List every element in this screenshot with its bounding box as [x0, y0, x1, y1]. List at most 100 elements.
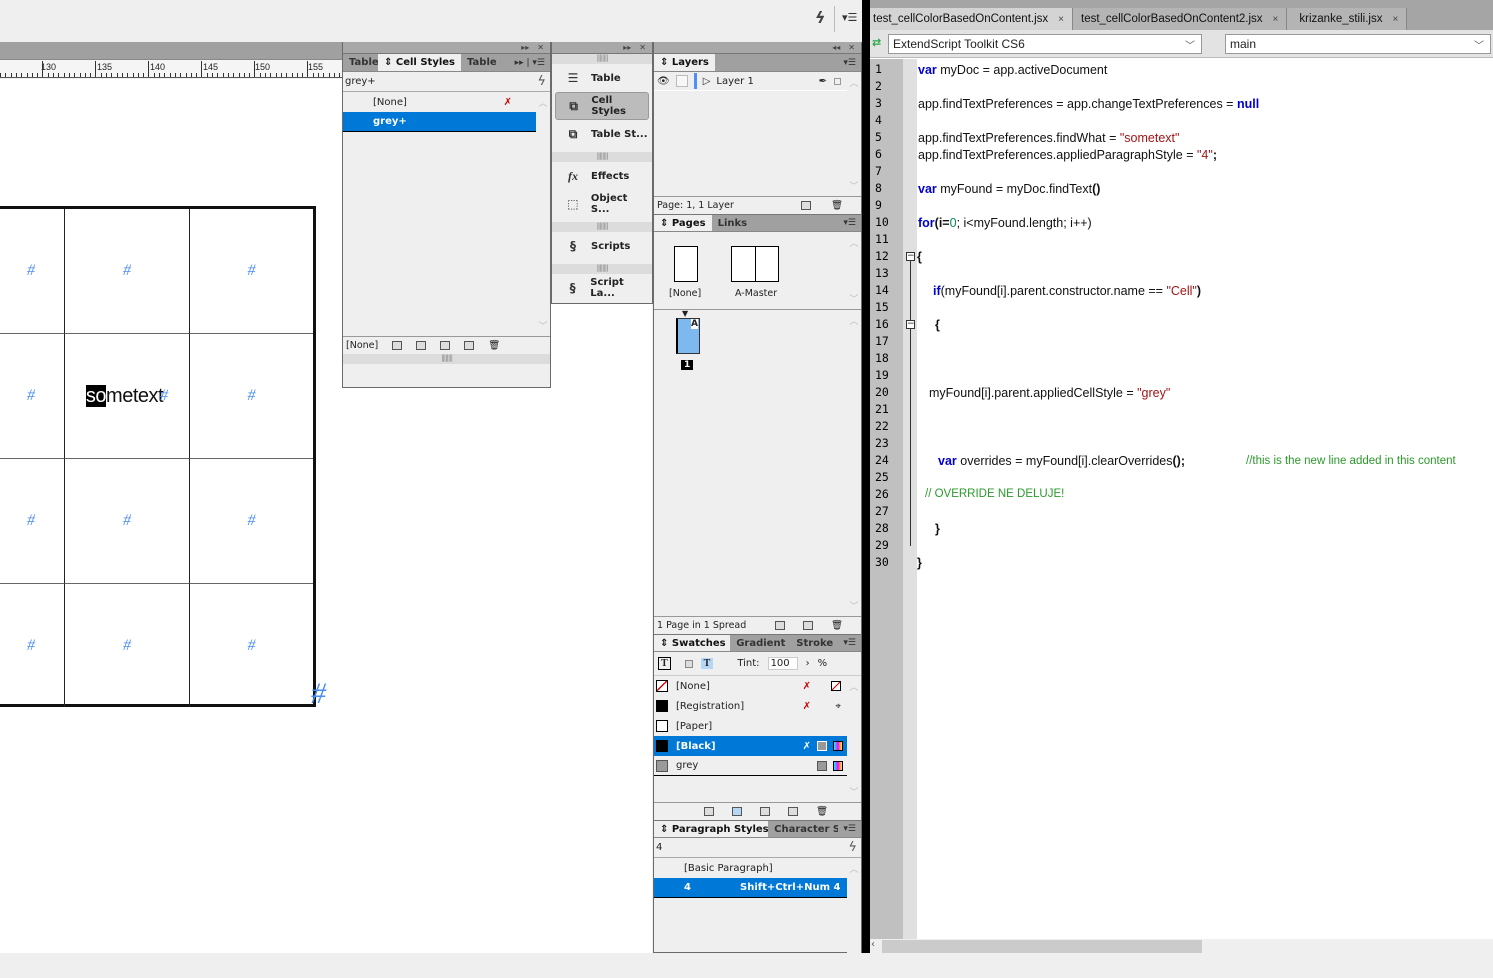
- code-editor[interactable]: var myDoc = app.activeDocument app.findT…: [917, 59, 1493, 939]
- vertical-scrollbar[interactable]: ︿ ﹀: [847, 310, 861, 616]
- vertical-scrollbar[interactable]: ︿ ﹀: [847, 232, 861, 309]
- tab-file-2[interactable]: test_cellColorBasedOnContent2.jsx ×: [1073, 8, 1288, 30]
- table-cell[interactable]: #: [190, 459, 313, 584]
- target-application-select[interactable]: ExtendScript Toolkit CS6 ﹀: [888, 34, 1202, 54]
- masters-section[interactable]: [None] A-Master ︿ ﹀: [654, 232, 861, 310]
- dock-item-table[interactable]: ☰ Table: [555, 64, 649, 92]
- list-item[interactable]: [Basic Paragraph]: [654, 858, 847, 878]
- tab-character-styles[interactable]: Character Sty: [768, 821, 838, 837]
- tab-swatches[interactable]: ⇕ Swatches: [654, 635, 731, 651]
- horizontal-scroll-thumb[interactable]: [882, 940, 1202, 953]
- close-tab-icon[interactable]: ×: [1058, 14, 1064, 25]
- quick-apply-icon[interactable]: ϟ: [848, 840, 857, 855]
- clear-attributes-icon[interactable]: [440, 341, 451, 350]
- close-icon[interactable]: ✕: [639, 43, 646, 52]
- panel-menu[interactable]: ▸▸ | ▾☰: [510, 54, 550, 71]
- formatting-container-icon[interactable]: [684, 659, 693, 668]
- list-item-selected[interactable]: grey+: [343, 112, 536, 132]
- tab-file-3[interactable]: krizanke_stili.jsx ×: [1287, 8, 1408, 30]
- cell-styles-list[interactable]: [None] ✗ grey+ ︿ ﹀: [343, 92, 550, 336]
- tint-arrow-icon[interactable]: ›: [806, 658, 810, 669]
- dock-grip[interactable]: ||||||||: [552, 152, 652, 162]
- fold-toggle-icon[interactable]: −: [906, 320, 915, 329]
- tab-table-styles[interactable]: Table S: [461, 54, 501, 71]
- fold-toggle-icon[interactable]: −: [906, 252, 915, 261]
- page-thumbnail[interactable]: A: [676, 318, 700, 354]
- link-icon[interactable]: ⇄: [872, 36, 881, 49]
- vertical-scrollbar[interactable]: ︿ ﹀: [847, 72, 861, 196]
- collapse-icon[interactable]: ◂◂: [832, 43, 840, 52]
- dock-item-effects[interactable]: fx Effects: [555, 162, 649, 190]
- table-cell[interactable]: #: [0, 334, 65, 459]
- paragraph-styles-list[interactable]: [Basic Paragraph] 4 Shift+Ctrl+Num 4 ︿: [654, 858, 861, 978]
- list-item-selected[interactable]: 4 Shift+Ctrl+Num 4: [654, 878, 847, 898]
- new-layer-icon[interactable]: [800, 201, 811, 210]
- lock-toggle[interactable]: [675, 75, 688, 87]
- close-tab-icon[interactable]: ×: [1273, 14, 1279, 25]
- swatch-row-selected[interactable]: [Black] ✗: [654, 736, 847, 756]
- table-cell[interactable]: #: [190, 334, 313, 459]
- swatch-row[interactable]: [Paper]: [654, 716, 847, 736]
- expand-icon[interactable]: ▸▸: [623, 43, 631, 52]
- show-color-swatches-icon[interactable]: [732, 807, 742, 816]
- tab-layers[interactable]: ⇕ Layers: [654, 54, 715, 71]
- table-cell[interactable]: #: [65, 584, 190, 707]
- document-table[interactable]: # # # # sometext # # # # # # # #: [0, 206, 316, 707]
- tab-pages[interactable]: ⇕ Pages: [654, 215, 712, 231]
- table-cell-sometext[interactable]: sometext #: [65, 334, 190, 459]
- lightning-icon[interactable]: ϟ: [815, 8, 826, 27]
- expand-triangle-icon[interactable]: ▷: [703, 76, 711, 87]
- swatch-row[interactable]: [Registration] ✗ ⌖: [654, 696, 847, 716]
- master-none-thumbnail[interactable]: [674, 246, 698, 282]
- show-all-swatches-icon[interactable]: [704, 807, 714, 816]
- close-tab-icon[interactable]: ×: [1392, 14, 1398, 25]
- dock-item-scripts[interactable]: § Scripts: [555, 232, 649, 260]
- new-style-icon[interactable]: [464, 341, 475, 350]
- table-cell[interactable]: #: [0, 209, 65, 334]
- panel-menu[interactable]: ▾☰: [838, 821, 861, 837]
- tab-table[interactable]: Table: [343, 54, 378, 71]
- overset-text-marker[interactable]: #: [311, 677, 326, 711]
- trash-icon[interactable]: 🗑: [488, 340, 500, 351]
- new-page-icon[interactable]: [802, 621, 813, 630]
- table-cell[interactable]: #: [65, 209, 190, 334]
- eye-icon[interactable]: 👁: [657, 76, 670, 87]
- layer-row[interactable]: 👁 ▷ Layer 1 ✒: [654, 72, 847, 91]
- dock-item-object-styles[interactable]: ⬚ Object S...: [555, 190, 649, 218]
- panel-menu-icon[interactable]: ▾☰: [842, 11, 857, 24]
- tab-stroke[interactable]: Stroke: [790, 635, 838, 651]
- list-item[interactable]: [None] ✗: [343, 92, 536, 112]
- tab-cell-styles[interactable]: ⇕ Cell Styles: [378, 54, 461, 71]
- panel-menu[interactable]: ▾☰: [838, 635, 861, 651]
- new-swatch-icon[interactable]: [788, 807, 798, 816]
- table-cell[interactable]: #: [65, 459, 190, 584]
- collapse-icon[interactable]: ▸▸: [521, 43, 529, 52]
- a-master-thumbnail[interactable]: [731, 246, 779, 282]
- panel-menu[interactable]: ▾☰: [838, 54, 861, 71]
- close-icon[interactable]: ✕: [537, 43, 544, 52]
- swatches-list[interactable]: [None] ✗ [Registration] ✗ ⌖ [Paper] [Bla…: [654, 676, 861, 802]
- fill-stroke-text-icon[interactable]: T: [658, 657, 671, 670]
- clear-overrides-icon[interactable]: [416, 341, 427, 350]
- layers-list[interactable]: 👁 ▷ Layer 1 ✒ ︿ ﹀: [654, 72, 861, 196]
- scroll-left-icon[interactable]: ‹: [871, 939, 875, 950]
- show-gradient-swatches-icon[interactable]: [760, 807, 770, 816]
- panel-menu[interactable]: ▾☰: [838, 215, 861, 231]
- found-text[interactable]: sometext: [85, 384, 164, 408]
- table-cell[interactable]: #: [190, 584, 313, 707]
- trash-icon[interactable]: 🗑: [816, 806, 828, 817]
- function-select[interactable]: main ﹀: [1225, 34, 1491, 54]
- vertical-scrollbar[interactable]: ︿ ﹀: [847, 676, 861, 802]
- swatch-row[interactable]: [None] ✗: [654, 676, 847, 696]
- table-cell[interactable]: #: [0, 584, 65, 707]
- new-group-icon[interactable]: [392, 341, 403, 350]
- vertical-scrollbar[interactable]: ︿: [847, 858, 861, 978]
- tab-gradient[interactable]: Gradient: [730, 635, 790, 651]
- quick-apply-icon[interactable]: ϟ: [537, 74, 546, 89]
- pages-section[interactable]: ▼ A 1 ︿ ﹀: [654, 309, 861, 616]
- tab-paragraph-styles[interactable]: ⇕ Paragraph Styles: [654, 821, 769, 837]
- trash-icon[interactable]: 🗑: [831, 200, 843, 211]
- tint-input[interactable]: 100: [767, 657, 798, 670]
- formatting-text-icon[interactable]: T: [700, 658, 714, 669]
- dock-grip[interactable]: ||||||||: [552, 54, 652, 64]
